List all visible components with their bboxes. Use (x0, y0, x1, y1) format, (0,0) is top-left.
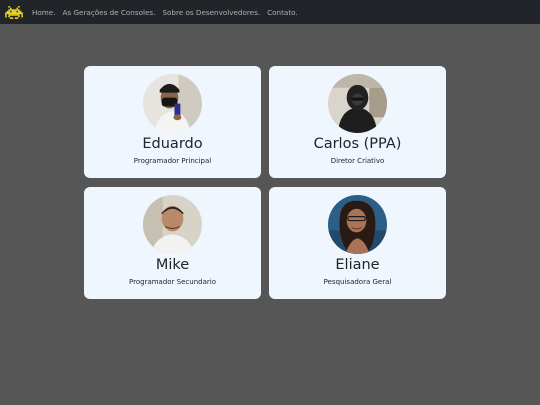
team-card-eduardo: Eduardo Programador Principal (84, 66, 261, 178)
team-name: Mike (155, 257, 190, 273)
nav-link-consoles[interactable]: As Gerações de Consoles. (63, 8, 156, 17)
team-name: Eduardo (142, 136, 203, 152)
avatar-eduardo (143, 74, 202, 133)
team-card-carlos: Carlos (PPA) Diretor Criativo (269, 66, 446, 178)
avatar-carlos (328, 74, 387, 133)
team-role: Pesquisadora Geral (323, 278, 392, 286)
avatar-mike (143, 195, 202, 254)
team-card-mike: Mike Programador Secundario (84, 187, 261, 299)
team-name: Carlos (PPA) (313, 136, 402, 152)
nav-link-developers[interactable]: Sobre os Desenvolvedores. (162, 8, 260, 17)
nav-link-home[interactable]: Home. (32, 8, 56, 17)
avatar-eliane (328, 195, 387, 254)
team-card-eliane: Eliane Pesquisadora Geral (269, 187, 446, 299)
team-grid: Eduardo Programador Principal Carlos (PP… (84, 66, 446, 299)
team-role: Programador Secundario (129, 278, 216, 286)
team-role: Programador Principal (133, 157, 212, 165)
navbar: Home. As Gerações de Consoles. Sobre os … (0, 0, 540, 24)
space-invader-icon[interactable] (5, 5, 23, 19)
team-name: Eliane (335, 257, 380, 273)
nav-link-contact[interactable]: Contato. (267, 8, 298, 17)
team-role: Diretor Criativo (330, 157, 385, 165)
